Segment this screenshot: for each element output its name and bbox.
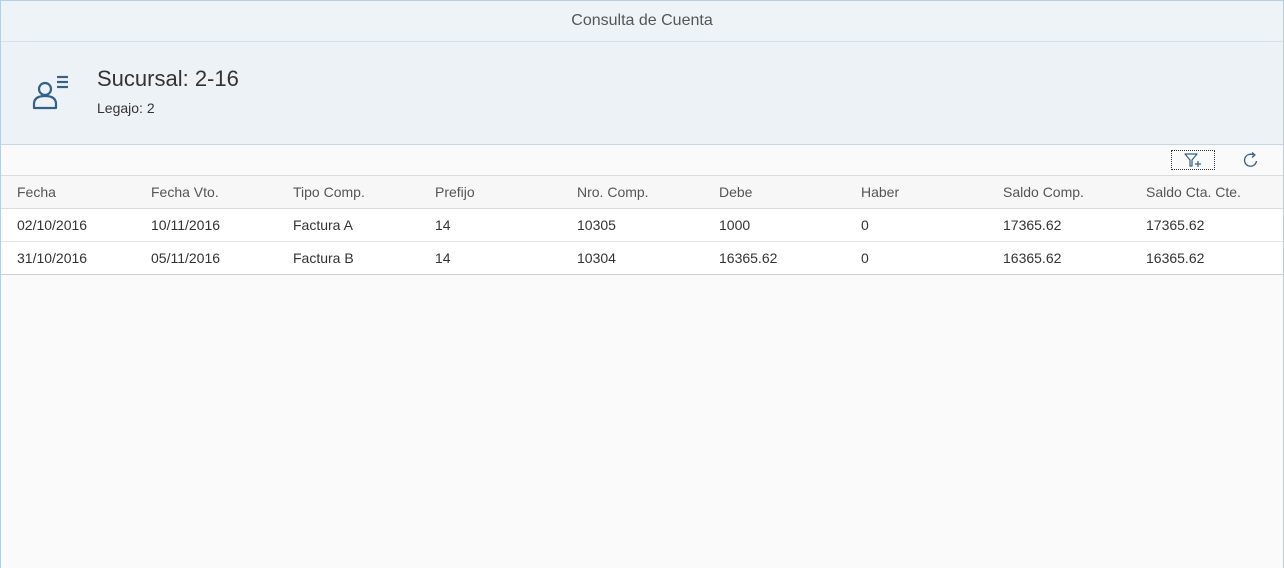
cell-nro-comp: 10305: [561, 208, 703, 242]
cell-fecha: 02/10/2016: [1, 208, 135, 242]
cell-fecha-vto: 05/11/2016: [135, 241, 277, 275]
cell-prefijo: 14: [419, 241, 561, 275]
customer-list-icon: [32, 75, 68, 110]
cell-saldo-cta-cte: 17365.62: [1130, 208, 1283, 242]
cell-tipo-comp: Factura A: [277, 208, 419, 242]
title-bar: Consulta de Cuenta: [1, 1, 1283, 42]
refresh-icon: [1243, 152, 1258, 167]
column-header-saldo-comp[interactable]: Saldo Comp.: [987, 175, 1130, 209]
account-table: Fecha Fecha Vto. Tipo Comp. Prefijo Nro.…: [1, 175, 1283, 275]
column-header-haber[interactable]: Haber: [845, 175, 987, 209]
cell-debe: 16365.62: [703, 241, 845, 275]
cell-fecha-vto: 10/11/2016: [135, 208, 277, 242]
column-header-tipo-comp[interactable]: Tipo Comp.: [277, 175, 419, 209]
table-toolbar: [1, 145, 1283, 175]
cell-saldo-comp: 17365.62: [987, 208, 1130, 242]
cell-tipo-comp: Factura B: [277, 241, 419, 275]
app-window: Consulta de Cuenta Sucursal: 2-16 Legajo…: [0, 0, 1284, 568]
column-header-debe[interactable]: Debe: [703, 175, 845, 209]
table-row[interactable]: 31/10/2016 05/11/2016 Factura B 14 10304…: [1, 241, 1283, 275]
column-header-prefijo[interactable]: Prefijo: [419, 175, 561, 209]
column-header-fecha[interactable]: Fecha: [1, 175, 135, 209]
cell-saldo-cta-cte: 16365.62: [1130, 241, 1283, 275]
column-header-fecha-vto[interactable]: Fecha Vto.: [135, 175, 277, 209]
object-header: Sucursal: 2-16 Legajo: 2: [1, 42, 1283, 145]
cell-nro-comp: 10304: [561, 241, 703, 275]
add-filter-button[interactable]: [1171, 150, 1215, 170]
table-header-row: Fecha Fecha Vto. Tipo Comp. Prefijo Nro.…: [1, 175, 1283, 209]
column-header-nro-comp[interactable]: Nro. Comp.: [561, 175, 703, 209]
cell-saldo-comp: 16365.62: [987, 241, 1130, 275]
header-subtitle: Legajo: 2: [97, 100, 155, 116]
refresh-button[interactable]: [1239, 150, 1263, 170]
cell-prefijo: 14: [419, 208, 561, 242]
cell-debe: 1000: [703, 208, 845, 242]
column-header-saldo-cta-cte[interactable]: Saldo Cta. Cte.: [1130, 175, 1283, 209]
cell-haber: 0: [845, 208, 987, 242]
cell-haber: 0: [845, 241, 987, 275]
cell-fecha: 31/10/2016: [1, 241, 135, 275]
add-filter-icon: [1184, 153, 1201, 167]
table-row[interactable]: 02/10/2016 10/11/2016 Factura A 14 10305…: [1, 208, 1283, 242]
window-title: Consulta de Cuenta: [571, 12, 713, 29]
header-title: Sucursal: 2-16: [97, 66, 239, 91]
